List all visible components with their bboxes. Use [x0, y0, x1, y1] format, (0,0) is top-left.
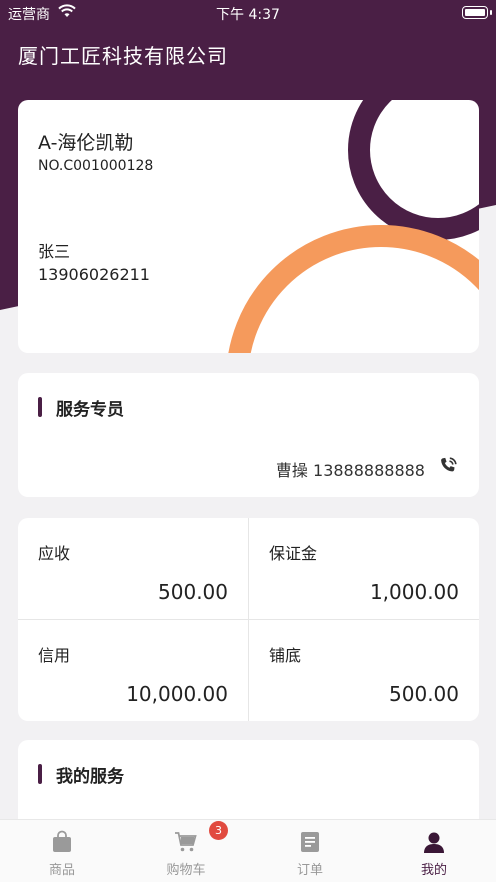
base-value: 500.00 — [389, 682, 459, 706]
member-number: NO.C001000128 — [38, 158, 154, 174]
tab-cart[interactable]: 购物车 — [124, 820, 248, 882]
base-cell[interactable]: 铺底 500.00 — [249, 620, 479, 721]
cart-count-badge: 3 — [209, 821, 228, 840]
receivable-value: 500.00 — [158, 580, 228, 604]
decorative-ring-dark — [348, 100, 479, 240]
clock: 下午 4:37 — [216, 7, 280, 23]
tab-products[interactable]: 商品 — [0, 820, 124, 882]
member-card[interactable]: A-海伦凯勒 NO.C001000128 张三 13906026211 — [18, 100, 479, 353]
cart-icon — [175, 832, 197, 852]
service-specialist-card: 服务专员 曹操 13888888888 — [18, 373, 479, 497]
deposit-label: 保证金 — [269, 544, 318, 563]
service-specialist-title: 服务专员 — [38, 395, 124, 420]
divider-horizontal — [18, 619, 479, 620]
finance-summary-card: 应收 500.00 保证金 1,000.00 信用 10,000.00 铺底 5… — [18, 518, 479, 721]
tab-label: 订单 — [296, 863, 323, 878]
tab-mine[interactable]: 我的 — [372, 820, 496, 882]
base-label: 铺底 — [269, 646, 302, 665]
user-icon — [424, 832, 444, 853]
credit-value: 10,000.00 — [126, 682, 228, 706]
tab-bar: 商品 购物车 订单 我的 — [0, 819, 496, 882]
receivable-cell[interactable]: 应收 500.00 — [18, 518, 248, 619]
deposit-value: 1,000.00 — [369, 580, 459, 604]
credit-cell[interactable]: 信用 10,000.00 — [18, 620, 248, 721]
receivable-label: 应收 — [38, 544, 71, 563]
service-specialist-label: 服务专员 — [56, 400, 124, 420]
tab-label: 商品 — [48, 863, 75, 878]
member-name: A-海伦凯勒 — [38, 132, 134, 154]
my-service-title: 我的服务 — [38, 762, 124, 787]
specialist-contact: 曹操 13888888888 — [275, 461, 425, 480]
contact-phone: 13906026211 — [38, 265, 150, 284]
credit-label: 信用 — [38, 646, 71, 665]
tab-orders[interactable]: 订单 — [248, 820, 372, 882]
decorative-ring-orange — [226, 225, 479, 353]
status-bar: 运营商 下午 4:37 — [0, 0, 496, 26]
tab-label: 购物车 — [166, 863, 206, 878]
company-title: 厦门工匠科技有限公司 — [18, 44, 228, 68]
title-accent-bar — [38, 397, 42, 417]
deposit-cell[interactable]: 保证金 1,000.00 — [249, 518, 479, 619]
title-accent-bar — [38, 764, 42, 784]
tab-label: 我的 — [420, 863, 447, 878]
order-icon — [301, 832, 319, 852]
battery-icon — [462, 6, 492, 19]
phone-call-icon[interactable] — [437, 455, 459, 477]
contact-person: 张三 — [38, 242, 71, 261]
bag-icon — [53, 830, 71, 852]
my-service-label: 我的服务 — [56, 767, 124, 787]
